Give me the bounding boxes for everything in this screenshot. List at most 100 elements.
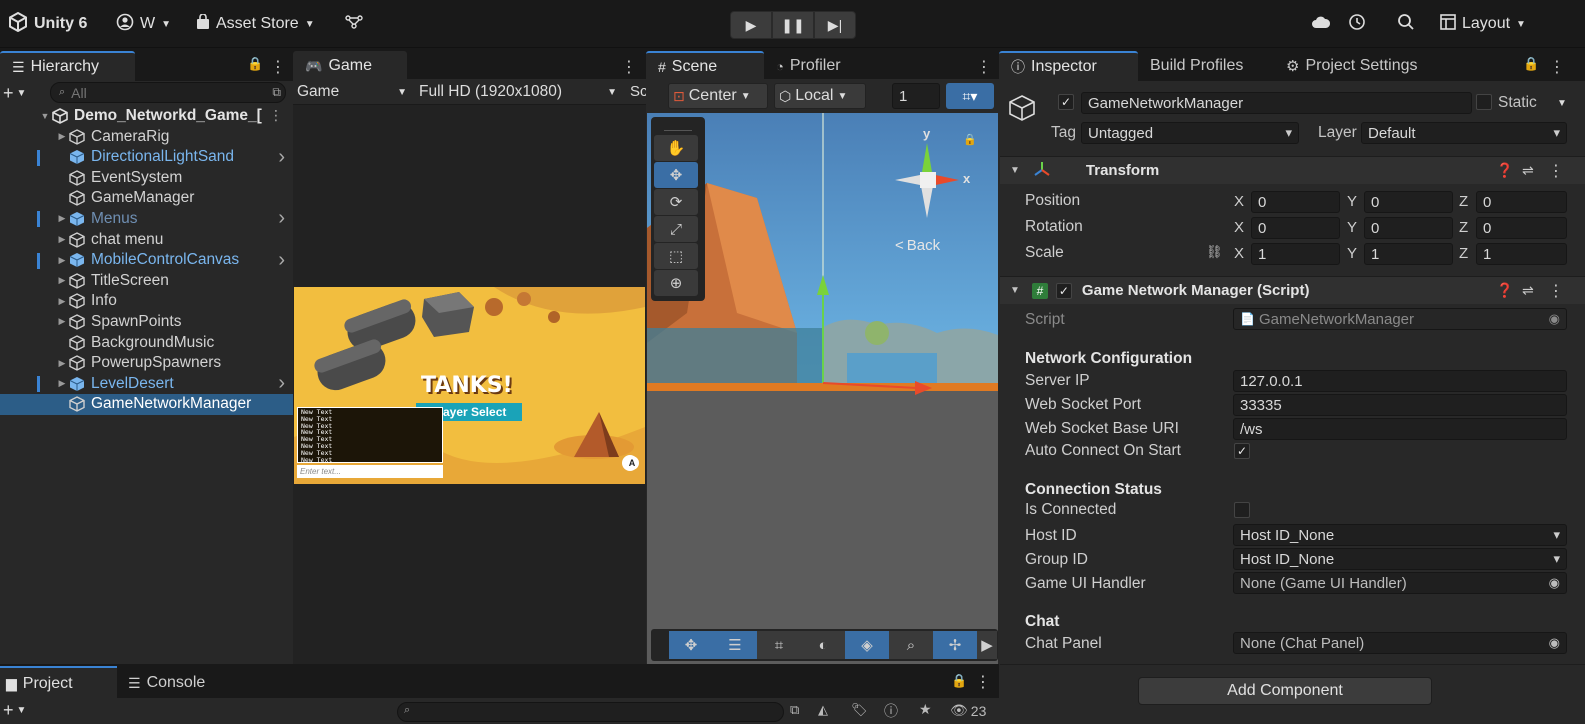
overlay-layers-button[interactable]: ◈ [845, 631, 889, 659]
collapse-triangle-icon[interactable]: ▼ [1010, 165, 1020, 176]
filter-type-icon[interactable]: ◭ [818, 702, 828, 718]
target-icon[interactable]: ◉ [1549, 575, 1560, 591]
unity-menu[interactable]: Unity 6 [8, 10, 87, 38]
expand-triangle-icon[interactable]: ▼ [38, 111, 52, 121]
expand-triangle-icon[interactable]: ▶ [55, 296, 69, 307]
tag-dropdown[interactable]: Untagged [1081, 122, 1299, 144]
search-button[interactable] [1397, 10, 1415, 38]
target-icon[interactable]: ◉ [1549, 635, 1560, 651]
add-component-button[interactable]: Add Component [1138, 677, 1432, 705]
scale-label[interactable]: Sc [630, 83, 648, 100]
position-x-field[interactable]: 0 [1251, 191, 1340, 213]
collapse-triangle-icon[interactable]: ▼ [1010, 285, 1020, 296]
constrain-proportions-icon[interactable]: ⛓ [1206, 244, 1223, 260]
host-id-dropdown[interactable]: Host ID_None [1233, 524, 1567, 546]
preset-icon[interactable]: ⇌ [1522, 282, 1534, 299]
scale-y-field[interactable]: 1 [1364, 243, 1453, 265]
game-render[interactable]: TANKS! Player Select New Text New Text New… [294, 287, 645, 484]
filter-warning-icon[interactable]: ⓘ [884, 701, 898, 721]
expand-triangle-icon[interactable]: ▶ [55, 213, 69, 224]
version-control-button[interactable] [345, 10, 363, 38]
position-z-field[interactable]: 0 [1476, 191, 1567, 213]
ui-handler-field[interactable]: None (Game UI Handler) ◉ [1233, 572, 1567, 594]
display-dropdown[interactable]: Game ▼ [297, 81, 409, 103]
hierarchy-item[interactable]: GameManager [0, 188, 293, 209]
hierarchy-item[interactable]: ▶ TitleScreen [0, 270, 293, 291]
tab-project[interactable]: ▆ Project [0, 666, 117, 699]
search-options-icon[interactable]: ⧉ [272, 85, 281, 100]
hierarchy-item[interactable]: GameNetworkManager [0, 393, 293, 415]
help-icon[interactable]: ❓ [1496, 162, 1513, 179]
overlay-camera-button[interactable]: ▶ [977, 631, 997, 659]
axis-x-label[interactable]: X [1234, 193, 1244, 210]
hierarchy-item[interactable]: ▶ CameraRig [0, 126, 293, 147]
project-create-button[interactable]: + ▼ [3, 700, 26, 721]
scale-x-field[interactable]: 1 [1251, 243, 1340, 265]
scene-viewport[interactable]: y x 🔒 < Back ✋ ✥ ⟳ ⤢ ⬚ ⊕ ✥ ☰ ⌗ ◐ ◈ ⌕ ✢ ▶ [647, 113, 998, 664]
script-enabled-checkbox[interactable]: ✓ [1055, 282, 1072, 299]
expand-triangle-icon[interactable]: ▶ [55, 358, 69, 369]
transform-tool-button[interactable]: ⊕ [654, 270, 698, 296]
cloud-button[interactable] [1311, 10, 1331, 38]
hierarchy-item[interactable]: EventSystem [0, 167, 293, 188]
scale-z-field[interactable]: 1 [1476, 243, 1567, 265]
is-connected-checkbox[interactable] [1234, 502, 1250, 518]
chevron-right-icon[interactable]: › [278, 207, 285, 230]
object-name-field[interactable]: GameNetworkManager [1081, 92, 1472, 114]
layer-dropdown[interactable]: Default [1361, 122, 1567, 144]
axis-z-label[interactable]: Z [1459, 219, 1468, 236]
expand-triangle-icon[interactable]: ▶ [55, 316, 69, 327]
create-button[interactable]: + ▼ [3, 82, 43, 104]
history-button[interactable] [1348, 10, 1366, 38]
grid-snap-toggle[interactable]: ⌗▾ [946, 83, 994, 109]
expand-triangle-icon[interactable]: ▶ [55, 275, 69, 286]
account-dropdown[interactable]: W ▼ [116, 10, 171, 38]
asset-store-dropdown[interactable]: Asset Store ▼ [196, 10, 315, 38]
kebab-menu-icon[interactable]: ⋮ [975, 672, 991, 692]
hierarchy-item[interactable]: BackgroundMusic [0, 332, 293, 353]
play-button[interactable]: ▶ [730, 11, 772, 39]
space-dropdown[interactable]: ⬡ Local ▼ [774, 83, 866, 109]
chevron-down-icon[interactable]: ▼ [1557, 98, 1567, 109]
overlay-grid-button[interactable]: ⌗ [757, 631, 801, 659]
auto-connect-checkbox[interactable]: ✓ [1234, 443, 1250, 459]
hierarchy-item[interactable]: ▶ MobileControlCanvas › [0, 249, 293, 271]
transform-header[interactable]: ▼ Transform ❓ ⇌ ⋮ [1000, 156, 1585, 184]
rotation-z-field[interactable]: 0 [1476, 217, 1567, 239]
lock-icon[interactable]: 🔒 [963, 133, 977, 146]
tab-project-settings[interactable]: ⚙ Project Settings [1274, 51, 1430, 81]
tab-game[interactable]: 🎮 Game [293, 51, 407, 81]
overlay-snap-button[interactable]: ✢ [933, 631, 977, 659]
tab-build-profiles[interactable]: Build Profiles [1138, 51, 1274, 81]
chat-input[interactable]: Enter text... [297, 465, 443, 478]
hierarchy-item[interactable]: DirectionalLightSand › [0, 146, 293, 168]
kebab-menu-icon[interactable]: ⋮ [270, 57, 286, 77]
hidden-packages-toggle[interactable]: 👁 23 [950, 702, 986, 719]
tab-scene[interactable]: # Scene [646, 51, 764, 81]
favorite-star-icon[interactable]: ★ [919, 701, 932, 718]
axis-z-label[interactable]: Z [1459, 193, 1468, 210]
position-y-field[interactable]: 0 [1364, 191, 1453, 213]
hierarchy-search[interactable]: ⌕ ⧉ [50, 82, 286, 103]
pause-button[interactable]: ❚❚ [772, 11, 814, 39]
tab-hierarchy[interactable]: ☰ Hierarchy [0, 51, 135, 81]
hierarchy-item[interactable]: ▶ SpawnPoints [0, 311, 293, 332]
help-icon[interactable]: ❓ [1496, 282, 1513, 299]
kebab-menu-icon[interactable]: ⋮ [1548, 281, 1564, 301]
hand-tool-button[interactable]: ✋ [654, 135, 698, 161]
expand-triangle-icon[interactable]: ▶ [55, 378, 69, 389]
hierarchy-search-input[interactable] [71, 84, 242, 101]
static-checkbox[interactable] [1476, 94, 1492, 110]
move-tool-button[interactable]: ✥ [654, 162, 698, 188]
resolution-dropdown[interactable]: Full HD (1920x1080) ▼ [419, 81, 619, 103]
ws-uri-field[interactable]: /ws [1233, 418, 1567, 440]
pivot-dropdown[interactable]: ⊡ Center ▼ [668, 83, 768, 109]
orientation-gizmo[interactable]: y x [885, 126, 975, 228]
kebab-menu-icon[interactable]: ⋮ [621, 57, 637, 77]
chevron-right-icon[interactable]: › [278, 372, 285, 395]
axis-x-label[interactable]: X [1234, 219, 1244, 236]
hierarchy-root[interactable]: ▼ Demo_Networkd_Game_[ ⋮ [0, 105, 293, 126]
axis-y-label[interactable]: Y [1347, 219, 1357, 236]
palette-handle[interactable] [664, 121, 692, 131]
group-id-dropdown[interactable]: Host ID_None [1233, 548, 1567, 570]
